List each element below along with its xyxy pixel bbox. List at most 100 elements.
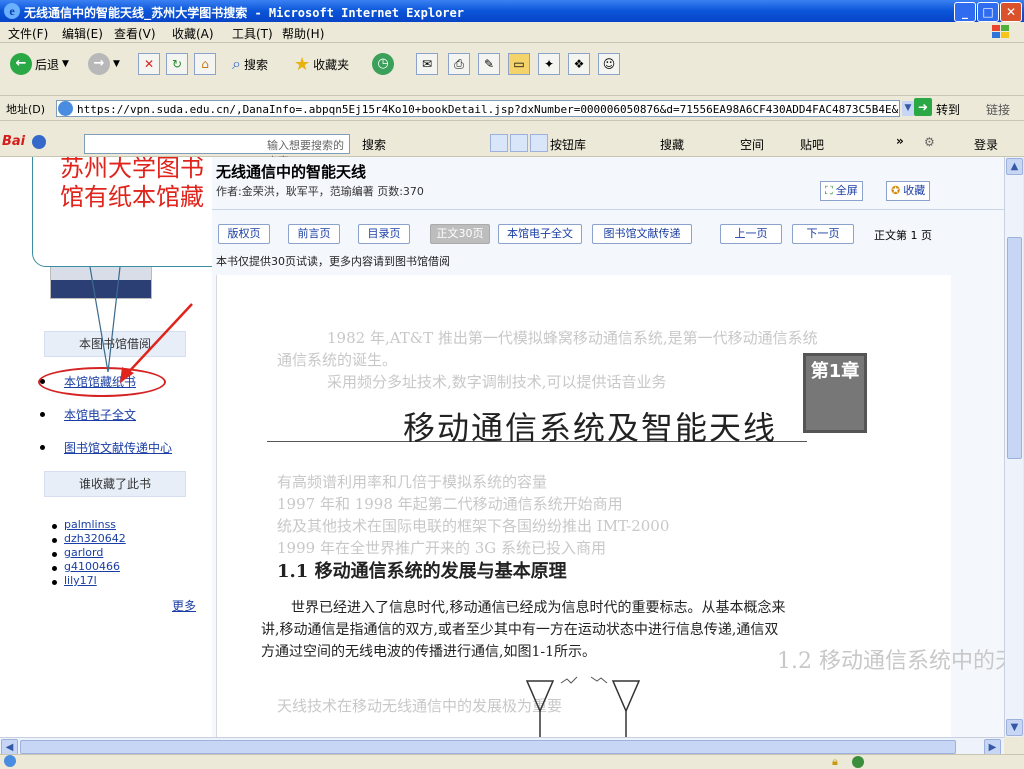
back-button[interactable]: ← 后退 ▼	[10, 51, 69, 77]
paragraph-line: 讲,移动通信是指通信的双方,或者至少其中有一方在运动状态中进行信息传递,通信双	[261, 622, 779, 638]
search-button[interactable]: ⌕ 搜索	[232, 51, 268, 77]
paragraph-line: 世界已经进入了信息时代,移动通信已经成为信息时代的重要标志。从基本概念来	[291, 600, 786, 616]
horizontal-scrollbar[interactable]: ◀ ▶	[0, 737, 1004, 756]
callout-text: 苏州大学图书馆有纸本馆藏	[60, 157, 204, 211]
page-indicator: 正文第 1 页	[874, 229, 932, 242]
chapter-badge: 第1章	[803, 353, 867, 433]
bullet	[52, 538, 57, 543]
user-icon[interactable]: ☺	[598, 53, 620, 75]
page-content: 本图书馆借阅 本馆馆藏纸书 本馆电子全文 图书馆文献传递中心 谁收藏了此书 pa…	[0, 157, 1004, 737]
address-dropdown-icon[interactable]: ▼	[902, 101, 914, 116]
collected-header: 谁收藏了此书	[44, 471, 186, 497]
prev-page-button[interactable]: 上一页	[720, 224, 782, 244]
go-button[interactable]: 转到	[936, 101, 960, 118]
bullet	[52, 524, 57, 529]
maximize-button[interactable]: □	[977, 2, 999, 22]
menu-tools[interactable]: 工具(T)	[232, 25, 273, 42]
status-bar: 🔒︎	[0, 754, 1024, 769]
folder-icon[interactable]: ▭	[508, 53, 530, 75]
baidu-tieba[interactable]: 贴吧	[800, 136, 824, 153]
user-link[interactable]: dzh320642	[64, 532, 126, 545]
lock-icon: 🔒︎	[832, 755, 838, 768]
fullscreen-label: 全屏	[835, 184, 858, 197]
favorites-button[interactable]: ★ 收藏夹	[294, 51, 349, 77]
back-arrow-icon: ←	[10, 53, 32, 75]
settings-icon[interactable]: ⚙	[924, 135, 935, 149]
trial-notice: 本书仅提供30页试读，更多内容请到图书馆借阅	[216, 255, 450, 268]
dropdown-icon: ▼	[62, 59, 69, 69]
internet-zone-icon	[852, 756, 864, 768]
minimize-button[interactable]: _	[954, 2, 976, 22]
vertical-scrollbar[interactable]: ▲ ▼	[1004, 157, 1023, 737]
refresh-icon[interactable]: ↻	[166, 53, 188, 75]
scroll-down-icon[interactable]: ▼	[1006, 719, 1023, 736]
windows-logo-icon	[986, 23, 1016, 41]
address-label: 地址(D)	[6, 103, 46, 116]
baidu-search-button[interactable]: 搜索	[362, 136, 386, 153]
fullscreen-button[interactable]: ⛶ 全屏	[820, 181, 863, 201]
menu-edit[interactable]: 编辑(E)	[62, 25, 103, 42]
calc-icon[interactable]	[530, 134, 548, 152]
address-input[interactable]: https://vpn.suda.edu.cn/,DanaInfo=.abpqn…	[56, 100, 900, 117]
print-icon[interactable]: ⎙	[448, 53, 470, 75]
messenger-icon[interactable]: ✦	[538, 53, 560, 75]
chapter-title: 移动通信系统及智能天线	[403, 409, 778, 447]
mail-icon[interactable]: ✉	[416, 53, 438, 75]
next-page-button[interactable]: 下一页	[792, 224, 854, 244]
user-link[interactable]: garlord	[64, 546, 103, 559]
book-panel: 无线通信中的智能天线 作者:金荣洪，耿军平，范瑜编著 页数:370 ⛶ 全屏 ✪ 收…	[212, 157, 1004, 737]
user-link[interactable]: lily17l	[64, 574, 97, 587]
user-link[interactable]: palmlinss	[64, 518, 116, 531]
hscroll-thumb[interactable]	[20, 740, 956, 754]
baidu-paw-icon	[32, 135, 46, 149]
toc-page-button[interactable]: 目录页	[358, 224, 410, 244]
go-arrow-icon[interactable]: ➜	[914, 98, 932, 116]
copyright-page-button[interactable]: 版权页	[218, 224, 270, 244]
home-icon[interactable]: ⌂	[194, 53, 216, 75]
links-label[interactable]: 链接	[986, 101, 1010, 118]
link-doc-delivery[interactable]: 图书馆文献传递中心	[64, 439, 172, 456]
baidu-space[interactable]: 空间	[740, 136, 764, 153]
body-page-button[interactable]: 正文30页	[430, 224, 490, 244]
search-label: 搜索	[243, 57, 268, 72]
chevron-more-icon[interactable]: »	[896, 134, 904, 148]
button-library[interactable]: 按钮库	[550, 136, 586, 153]
menu-help[interactable]: 帮助(H)	[282, 25, 324, 42]
bullet	[40, 412, 45, 417]
bullet	[40, 445, 45, 450]
menu-bar: 文件(F) 编辑(E) 查看(V) 收藏(A) 工具(T) 帮助(H)	[0, 22, 1024, 43]
collect-button[interactable]: ✪ 收藏	[886, 181, 931, 201]
doc-delivery-button[interactable]: 图书馆文献传递	[592, 224, 692, 244]
book-title: 无线通信中的智能天线	[216, 163, 367, 181]
menu-view[interactable]: 查看(V)	[114, 25, 156, 42]
library-ebook-button[interactable]: 本馆电子全文	[498, 224, 582, 244]
baidu-favorites[interactable]: 搜藏	[660, 136, 684, 153]
link-library-ebook[interactable]: 本馆电子全文	[64, 406, 136, 423]
edit-icon[interactable]: ✎	[478, 53, 500, 75]
bullet	[52, 566, 57, 571]
more-link[interactable]: 更多	[172, 597, 196, 614]
bullet	[52, 580, 57, 585]
research-icon[interactable]: ❖	[568, 53, 590, 75]
news-icon[interactable]	[490, 134, 508, 152]
menu-file[interactable]: 文件(F)	[8, 25, 48, 42]
fullscreen-icon: ⛶	[825, 184, 833, 197]
baidu-login[interactable]: 登录	[974, 136, 998, 153]
back-label: 后退	[35, 57, 60, 72]
paragraph-line: 方通过空间的无线电波的传播进行通信,如图1-1所示。	[261, 644, 596, 660]
baidu-search-input[interactable]: 输入想要搜索的内容	[84, 134, 350, 168]
forward-arrow-icon: →	[88, 53, 110, 75]
page-icon	[58, 101, 73, 116]
forward-button[interactable]: → ▼	[88, 51, 120, 77]
baidu-logo[interactable]: Bai	[2, 134, 25, 149]
history-icon[interactable]: ◷	[372, 53, 394, 75]
close-button[interactable]: ✕	[1000, 2, 1022, 22]
menu-favorites[interactable]: 收藏(A)	[172, 25, 214, 42]
user-link[interactable]: g4100466	[64, 560, 120, 573]
image-icon[interactable]	[510, 134, 528, 152]
stop-icon[interactable]: ✕	[138, 53, 160, 75]
preface-page-button[interactable]: 前言页	[288, 224, 340, 244]
toolbar: ← 后退 ▼ → ▼ ✕ ↻ ⌂ ⌕ 搜索 ★ 收藏夹 ◷ ✉ ⎙ ✎ ▭ ✦ …	[0, 43, 1024, 96]
scroll-thumb[interactable]	[1007, 237, 1022, 459]
scroll-up-icon[interactable]: ▲	[1006, 158, 1023, 175]
